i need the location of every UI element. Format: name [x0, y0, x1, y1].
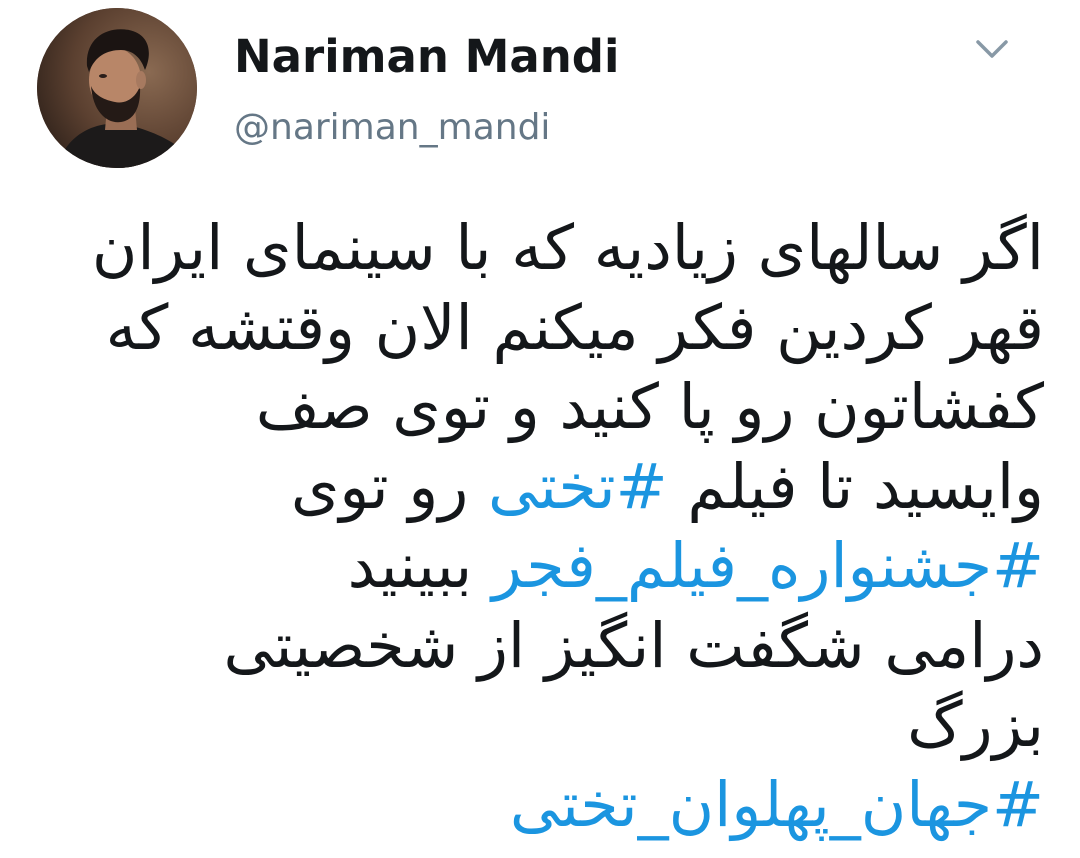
tweet-card: Nariman Mandi @nariman_mandi اگر سالهای … [0, 0, 1080, 858]
tweet-text-segment: ببینید [347, 529, 493, 602]
tweet-text-segment: وایسید تا فیلم [667, 449, 1044, 523]
tweet-text-segment: کفشاتون رو پا کنید و توی صف [255, 370, 1044, 443]
tweet-text-line: قهر کردین فکر میکنم الان وقتشه که [36, 288, 1044, 368]
tweet-text-line: #جهان_پهلوان_تختی [36, 765, 1044, 845]
chevron-down-icon [976, 40, 1008, 58]
tweet-text-segment: بزرگ [907, 688, 1044, 761]
profile-photo-icon [37, 8, 197, 168]
hashtag-link[interactable]: #تختی [488, 450, 668, 523]
tweet-text-segment: قهر کردین فکر میکنم الان وقتشه که [105, 290, 1044, 364]
tweet-text-line: درامی شگفت انگیز از شخصیتی [36, 606, 1044, 686]
tweet-text-line: کفشاتون رو پا کنید و توی صف [36, 367, 1044, 447]
tweet-text-line: وایسید تا فیلم #تختی رو توی [36, 447, 1044, 527]
avatar[interactable] [37, 8, 197, 168]
hashtag-link[interactable]: #جهان_پهلوان_تختی [510, 768, 1044, 841]
tweet-text-line: بزرگ [36, 685, 1044, 765]
author-display-name[interactable]: Nariman Mandi [234, 28, 619, 86]
tweet-text-segment: درامی شگفت انگیز از شخصیتی [223, 608, 1044, 682]
tweet-text: اگر سالهای زیادیه که با سینمای ایران قهر… [36, 208, 1044, 844]
hashtag-link[interactable]: #جشنواره_فیلم_فجر [492, 529, 1044, 602]
tweet-menu-button[interactable] [968, 30, 1016, 70]
tweet-text-line: #جشنواره_فیلم_فجر ببینید [36, 526, 1044, 606]
tweet-text-segment: رو توی [290, 449, 488, 523]
tweet-text-segment: اگر سالهای زیادیه که با سینمای ایران [91, 211, 1044, 284]
tweet-text-line: اگر سالهای زیادیه که با سینمای ایران [36, 208, 1044, 288]
author-handle[interactable]: @nariman_mandi [234, 104, 550, 152]
